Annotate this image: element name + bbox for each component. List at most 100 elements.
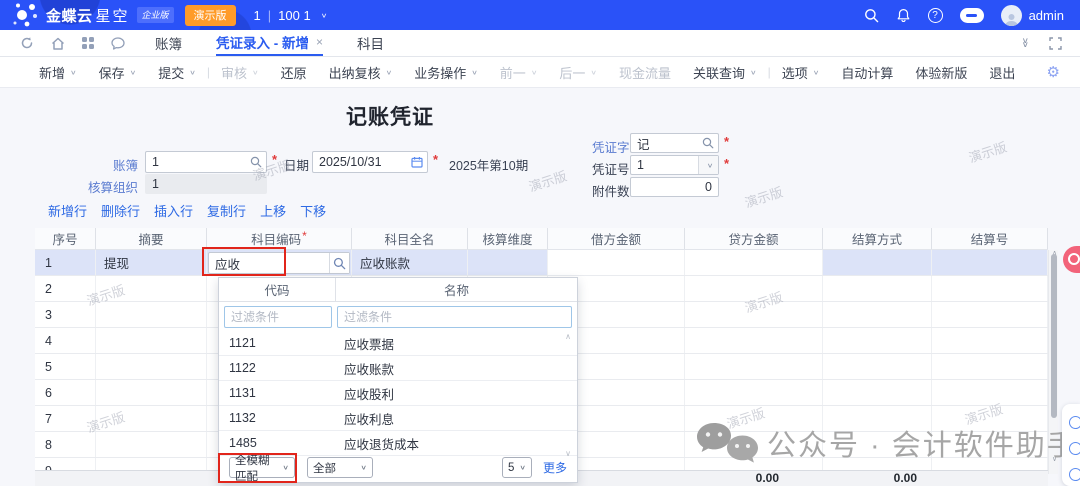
sync-icon[interactable] bbox=[20, 36, 34, 50]
floating-icon[interactable] bbox=[1069, 442, 1080, 455]
auto-calc-button[interactable]: 自动计算 bbox=[830, 63, 904, 82]
floating-icon[interactable] bbox=[1069, 416, 1080, 429]
voucher-word-input[interactable] bbox=[631, 136, 698, 150]
voucher-number-field[interactable]: ∨ bbox=[630, 155, 719, 175]
insert-row-link[interactable]: 插入行 bbox=[154, 201, 193, 220]
move-up-link[interactable]: 上移 bbox=[260, 201, 286, 220]
tabbar-right-controls: ∨∨ bbox=[1022, 37, 1062, 50]
floating-side-panel[interactable] bbox=[1062, 404, 1080, 486]
row1-settle-number-cell[interactable] bbox=[932, 250, 1048, 275]
collapse-chevrons-icon[interactable]: ∨∨ bbox=[1022, 39, 1029, 47]
tab-accounts[interactable]: 科目 bbox=[357, 30, 384, 56]
workspace-id: 1 bbox=[254, 8, 261, 23]
date-field[interactable] bbox=[312, 151, 428, 173]
previous-button: 前一∨ bbox=[489, 63, 549, 82]
voucher-word-field[interactable] bbox=[630, 133, 719, 153]
chevron-down-icon: ∨ bbox=[189, 68, 196, 76]
row1-credit-cell[interactable] bbox=[685, 250, 823, 275]
scroll-down-caret-icon[interactable]: ∨ bbox=[1050, 455, 1059, 463]
accounting-org-value: 1 bbox=[145, 174, 267, 194]
lookup-col-code: 代码 bbox=[219, 278, 336, 301]
row1-account-name[interactable]: 应收账款 bbox=[352, 250, 468, 275]
message-icon[interactable] bbox=[111, 37, 125, 50]
col-header-seq[interactable]: 序号 bbox=[35, 228, 96, 249]
row1-debit-cell[interactable] bbox=[548, 250, 685, 275]
submit-button[interactable]: 提交∨ bbox=[147, 63, 207, 82]
code-filter-input[interactable] bbox=[224, 306, 332, 328]
row1-summary[interactable]: 提现 bbox=[96, 250, 207, 275]
required-mark: * bbox=[724, 134, 729, 149]
more-link[interactable]: 更多 bbox=[543, 459, 567, 476]
attachments-input[interactable] bbox=[631, 180, 718, 194]
lookup-search-icon[interactable] bbox=[250, 156, 262, 168]
col-header-dimension[interactable]: 核算维度 bbox=[468, 228, 548, 249]
fullscreen-icon[interactable] bbox=[1049, 37, 1062, 50]
required-mark: * bbox=[272, 152, 277, 167]
add-row-link[interactable]: 新增行 bbox=[48, 201, 87, 220]
hide-toolbar-toggle-icon[interactable] bbox=[960, 8, 984, 23]
lookup-search-icon[interactable] bbox=[702, 137, 714, 149]
chevron-down-icon: ∨ bbox=[252, 68, 259, 76]
notification-bell-icon[interactable] bbox=[896, 8, 911, 23]
attachments-label: 附件数 bbox=[592, 181, 630, 200]
scope-select[interactable]: 全部∨ bbox=[307, 457, 373, 478]
page-size-select[interactable]: 5∨ bbox=[502, 457, 532, 478]
search-icon[interactable] bbox=[864, 8, 879, 23]
col-header-account-code[interactable]: 科目编码* bbox=[207, 228, 352, 249]
restore-button[interactable]: 还原 bbox=[270, 63, 318, 82]
col-header-credit[interactable]: 贷方金额 bbox=[685, 228, 823, 249]
tab-voucher-entry-new[interactable]: 凭证录入 - 新增 × bbox=[216, 30, 323, 56]
help-icon[interactable]: ? bbox=[928, 8, 943, 23]
home-icon[interactable] bbox=[51, 37, 65, 50]
try-new-version-button[interactable]: 体验新版 bbox=[904, 63, 978, 82]
match-mode-select[interactable]: 全模糊匹配∨ bbox=[229, 457, 295, 478]
copy-row-link[interactable]: 复制行 bbox=[207, 201, 246, 220]
user-icon bbox=[1004, 13, 1019, 26]
account-code-query-field[interactable] bbox=[208, 252, 350, 274]
calendar-icon[interactable] bbox=[411, 156, 423, 168]
apps-grid-icon[interactable] bbox=[82, 37, 94, 49]
org-switcher[interactable]: 1 | 100 1 ∨ bbox=[254, 8, 328, 23]
settings-gear-icon[interactable]: ⚙ bbox=[1047, 63, 1060, 81]
lookup-row[interactable]: 1122应收账款 bbox=[219, 356, 577, 381]
col-header-settle-method[interactable]: 结算方式 bbox=[823, 228, 932, 249]
options-button[interactable]: 选项∨ bbox=[771, 63, 831, 82]
lookup-row[interactable]: 1131应收股利 bbox=[219, 381, 577, 406]
name-filter-input[interactable] bbox=[337, 306, 572, 328]
entry-row-1[interactable]: 1 提现 应收账款 bbox=[35, 250, 1048, 276]
username[interactable]: admin bbox=[1029, 8, 1064, 23]
col-header-debit[interactable]: 借方金额 bbox=[548, 228, 685, 249]
scrollbar-thumb[interactable] bbox=[1051, 254, 1057, 418]
next-button: 后一∨ bbox=[548, 63, 608, 82]
floating-badge[interactable] bbox=[1063, 246, 1080, 273]
business-ops-button[interactable]: 业务操作∨ bbox=[403, 63, 489, 82]
close-tab-icon[interactable]: × bbox=[316, 35, 323, 49]
chevron-down-icon[interactable]: ∨ bbox=[707, 161, 714, 169]
row1-dimension-cell[interactable] bbox=[468, 250, 548, 275]
required-mark: * bbox=[724, 156, 729, 171]
lookup-search-icon[interactable] bbox=[333, 257, 346, 270]
row1-settle-method-cell[interactable] bbox=[823, 250, 932, 275]
col-header-settle-number[interactable]: 结算号 bbox=[932, 228, 1048, 249]
book-field[interactable] bbox=[145, 151, 267, 173]
cashier-review-button[interactable]: 出纳复核∨ bbox=[318, 63, 404, 82]
book-input[interactable] bbox=[146, 155, 246, 169]
delete-row-link[interactable]: 删除行 bbox=[101, 201, 140, 220]
save-button[interactable]: 保存∨ bbox=[88, 63, 148, 82]
col-header-account-name[interactable]: 科目全名 bbox=[352, 228, 468, 249]
avatar[interactable] bbox=[1001, 5, 1022, 26]
account-code-query-input[interactable] bbox=[209, 256, 329, 270]
floating-icon[interactable] bbox=[1069, 468, 1080, 481]
new-button[interactable]: 新增∨ bbox=[28, 63, 88, 82]
tab-ledger[interactable]: 账簿 bbox=[155, 30, 182, 56]
lookup-row[interactable]: 1121应收票据 bbox=[219, 331, 577, 356]
grid-scrollbar[interactable]: ∧ ∨ bbox=[1048, 250, 1058, 474]
date-input[interactable] bbox=[313, 155, 407, 169]
related-query-button[interactable]: 关联查询∨ bbox=[682, 63, 768, 82]
lookup-row[interactable]: 1132应收利息 bbox=[219, 406, 577, 431]
move-down-link[interactable]: 下移 bbox=[300, 201, 326, 220]
voucher-number-input[interactable] bbox=[631, 158, 698, 172]
col-header-summary[interactable]: 摘要 bbox=[96, 228, 207, 249]
exit-button[interactable]: 退出 bbox=[978, 63, 1026, 82]
attachments-field[interactable] bbox=[630, 177, 719, 197]
